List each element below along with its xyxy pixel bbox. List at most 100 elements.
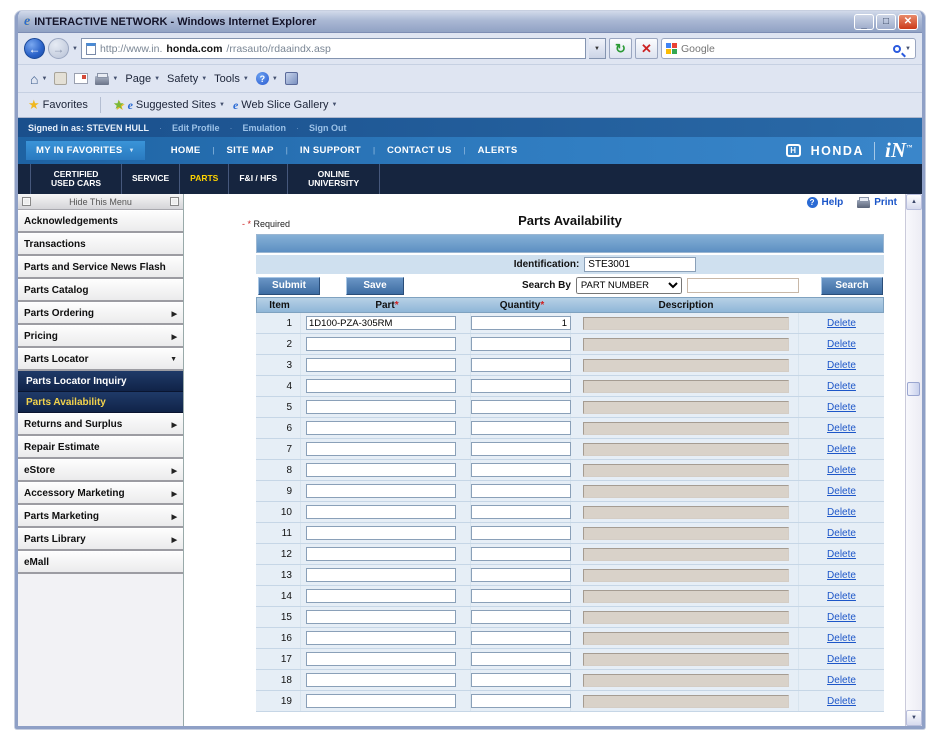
save-button[interactable]: Save	[346, 277, 404, 295]
part-input[interactable]	[306, 547, 456, 561]
quantity-input[interactable]	[471, 484, 571, 498]
tab-parts[interactable]: PARTS	[180, 164, 229, 194]
quantity-input[interactable]	[471, 505, 571, 519]
quantity-input[interactable]	[471, 463, 571, 477]
delete-link[interactable]: Delete	[827, 633, 856, 644]
print-button[interactable]: ▼	[95, 73, 118, 85]
part-input[interactable]	[306, 526, 456, 540]
delete-link[interactable]: Delete	[827, 402, 856, 413]
home-button[interactable]: ⌂▼	[30, 71, 47, 87]
sidebar-item-parts-locator[interactable]: Parts Locator▼	[18, 348, 183, 371]
web-slice-gallery-button[interactable]: e Web Slice Gallery ▼	[233, 98, 338, 113]
sidebar-item-emall[interactable]: eMall	[18, 551, 183, 574]
quantity-input[interactable]	[471, 442, 571, 456]
delete-link[interactable]: Delete	[827, 360, 856, 371]
sidebar-item-acknowledgements[interactable]: Acknowledgements	[18, 210, 183, 233]
page-menu[interactable]: Page▼	[125, 73, 160, 85]
delete-link[interactable]: Delete	[827, 318, 856, 329]
part-input[interactable]	[306, 589, 456, 603]
sidebar-item-transactions[interactable]: Transactions	[18, 233, 183, 256]
sidebar-item-repair-estimate[interactable]: Repair Estimate	[18, 436, 183, 459]
delete-link[interactable]: Delete	[827, 381, 856, 392]
quantity-input[interactable]	[471, 589, 571, 603]
feeds-button[interactable]	[54, 72, 67, 85]
delete-link[interactable]: Delete	[827, 654, 856, 665]
tab-service[interactable]: SERVICE	[122, 164, 180, 194]
delete-link[interactable]: Delete	[827, 612, 856, 623]
sidebar-item-parts-library[interactable]: Parts Library▶	[18, 528, 183, 551]
delete-link[interactable]: Delete	[827, 339, 856, 350]
quantity-input[interactable]	[471, 673, 571, 687]
quantity-input[interactable]	[471, 568, 571, 582]
quantity-input[interactable]	[471, 316, 571, 330]
delete-link[interactable]: Delete	[827, 465, 856, 476]
misc-toolbar-button[interactable]	[285, 72, 298, 85]
site-nav-site-map[interactable]: SITE MAP	[227, 145, 274, 156]
quantity-input[interactable]	[471, 631, 571, 645]
quantity-input[interactable]	[471, 400, 571, 414]
print-link[interactable]: Print	[857, 197, 897, 208]
sidebar-item-pricing[interactable]: Pricing▶	[18, 325, 183, 348]
site-nav-alerts[interactable]: ALERTS	[478, 145, 518, 156]
search-term-input[interactable]	[687, 278, 799, 293]
minimize-button[interactable]: _	[854, 14, 874, 30]
scroll-thumb[interactable]	[907, 382, 920, 396]
tab-f-i-hfs[interactable]: F&I / HFS	[229, 164, 288, 194]
stop-button[interactable]: ✕	[635, 38, 658, 59]
sign-out-link[interactable]: Sign Out	[309, 123, 347, 133]
part-input[interactable]	[306, 505, 456, 519]
edit-profile-link[interactable]: Edit Profile	[172, 123, 220, 133]
delete-link[interactable]: Delete	[827, 486, 856, 497]
sidebar-item-estore[interactable]: eStore▶	[18, 459, 183, 482]
help-menu[interactable]: ?▼	[256, 72, 278, 85]
search-dropdown-icon[interactable]: ▼	[905, 46, 911, 52]
help-link[interactable]: ? Help	[807, 197, 844, 208]
delete-link[interactable]: Delete	[827, 507, 856, 518]
url-dropdown-button[interactable]: ▼	[589, 38, 606, 59]
sidebar-item-parts-ordering[interactable]: Parts Ordering▶	[18, 302, 183, 325]
scroll-up-button[interactable]: ▲	[906, 194, 922, 210]
tab-online-university[interactable]: ONLINE UNIVERSITY	[288, 164, 380, 194]
part-input[interactable]	[306, 316, 456, 330]
back-button[interactable]: ←	[24, 38, 45, 59]
part-input[interactable]	[306, 463, 456, 477]
site-nav-contact-us[interactable]: CONTACT US	[387, 145, 452, 156]
vertical-scrollbar[interactable]: ▲ ▼	[905, 194, 922, 726]
delete-link[interactable]: Delete	[827, 570, 856, 581]
delete-link[interactable]: Delete	[827, 591, 856, 602]
title-bar[interactable]: e INTERACTIVE NETWORK - Windows Internet…	[18, 11, 922, 33]
tab-certified-used-cars[interactable]: CERTIFIED USED CARS	[30, 164, 122, 194]
part-input[interactable]	[306, 484, 456, 498]
part-input[interactable]	[306, 631, 456, 645]
part-input[interactable]	[306, 610, 456, 624]
sidebar-item-parts-catalog[interactable]: Parts Catalog	[18, 279, 183, 302]
search-magnifier-icon[interactable]	[893, 45, 901, 53]
quantity-input[interactable]	[471, 694, 571, 708]
delete-link[interactable]: Delete	[827, 444, 856, 455]
sidebar-item-parts-locator-inquiry[interactable]: Parts Locator Inquiry	[18, 371, 183, 392]
part-input[interactable]	[306, 337, 456, 351]
sidebar-item-returns-and-surplus[interactable]: Returns and Surplus▶	[18, 413, 183, 436]
quantity-input[interactable]	[471, 379, 571, 393]
history-dropdown-icon[interactable]: ▼	[72, 46, 78, 52]
quantity-input[interactable]	[471, 358, 571, 372]
sidebar-item-parts-availability[interactable]: Parts Availability	[18, 392, 183, 413]
part-input[interactable]	[306, 421, 456, 435]
part-input[interactable]	[306, 442, 456, 456]
part-input[interactable]	[306, 379, 456, 393]
scroll-track[interactable]	[906, 210, 922, 710]
part-input[interactable]	[306, 673, 456, 687]
part-input[interactable]	[306, 400, 456, 414]
sidebar-item-parts-marketing[interactable]: Parts Marketing▶	[18, 505, 183, 528]
emulation-link[interactable]: Emulation	[243, 123, 287, 133]
maximize-button[interactable]: □	[876, 14, 896, 30]
delete-link[interactable]: Delete	[827, 528, 856, 539]
quantity-input[interactable]	[471, 610, 571, 624]
favorites-button[interactable]: ★ Favorites	[28, 97, 88, 113]
quantity-input[interactable]	[471, 421, 571, 435]
delete-link[interactable]: Delete	[827, 549, 856, 560]
identification-input[interactable]	[584, 257, 696, 272]
delete-link[interactable]: Delete	[827, 696, 856, 707]
forward-button[interactable]: →	[48, 38, 69, 59]
delete-link[interactable]: Delete	[827, 423, 856, 434]
